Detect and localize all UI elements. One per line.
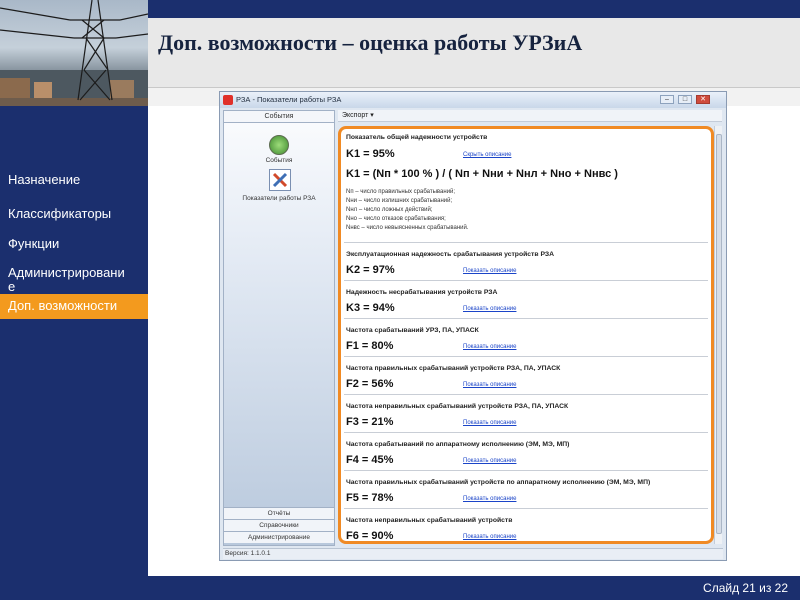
indicator-value: F3 = 21% [346, 416, 394, 428]
indicator-block: Частота правильных срабатываний устройст… [344, 357, 708, 395]
indicator-title: Показатель общей надежности устройств [346, 134, 488, 141]
indicator-block: Частота неправильных срабатываний устрой… [344, 509, 708, 542]
power-tower-image [0, 0, 148, 106]
show-description-link[interactable]: Показать описание [463, 420, 516, 426]
sidebar-item-rza-indicators[interactable]: Показатели работы РЗА [224, 195, 334, 202]
nav-item-classifiers[interactable]: Классификаторы [8, 206, 111, 221]
indicator-title: Частота правильных срабатываний устройст… [346, 365, 561, 372]
indicator-title: Частота неправильных срабатываний устрой… [346, 517, 513, 524]
show-description-link[interactable]: Показать описание [463, 306, 516, 312]
bottom-bar: Слайд 21 из 22 [0, 576, 800, 600]
indicator-value: K3 = 94% [346, 302, 395, 314]
indicator-formula: K1 = (Nп * 100 % ) / ( Nп + Nни + Nнл + … [346, 168, 618, 180]
app-window: РЗА - Показатели работы РЗА – □ ✕ Событи… [219, 91, 727, 561]
hide-description-link[interactable]: Скрыть описание [463, 152, 511, 158]
nav-item-administration[interactable]: Администрировани е [8, 266, 125, 294]
show-description-link[interactable]: Показать описание [463, 534, 516, 540]
nav-item-extra-features[interactable]: Доп. возможности [0, 294, 148, 319]
indicator-value: F4 = 45% [346, 454, 394, 466]
app-status-bar: Версия: 1.1.0.1 [223, 548, 723, 559]
version-label: Версия: 1.1.0.1 [225, 550, 271, 557]
show-description-link[interactable]: Показать описание [463, 496, 516, 502]
app-toolbar: Экспорт ▾ [338, 110, 722, 122]
show-description-link[interactable]: Показать описание [463, 458, 516, 464]
tools-icon[interactable] [269, 169, 291, 191]
legend-line: Nно – число отказов срабатывания; [346, 216, 446, 222]
app-logo-icon [223, 95, 233, 105]
sidebar-tab-references[interactable]: Справочники [224, 519, 334, 531]
show-description-link[interactable]: Показать описание [463, 382, 516, 388]
indicator-title: Эксплуатационная надежность срабатывания… [346, 251, 555, 258]
tools-icon-glyph [272, 172, 288, 188]
indicator-value: K1 = 95% [346, 148, 395, 160]
nav-item-functions[interactable]: Функции [8, 236, 59, 251]
slide-title: Доп. возможности – оценка работы УРЗиА [158, 30, 583, 55]
app-title: РЗА - Показатели работы РЗА [236, 95, 342, 104]
close-button[interactable]: ✕ [696, 95, 710, 104]
show-description-link[interactable]: Показать описание [463, 344, 516, 350]
legend-line: Nни – число излишних срабатываний; [346, 198, 453, 204]
legend-line: Nп – число правильных срабатываний; [346, 189, 456, 195]
indicator-block: Показатель общей надежности устройств K1… [344, 131, 708, 243]
indicator-value: K2 = 97% [346, 264, 395, 276]
app-sidebar: События События Показатели работы РЗА От… [223, 110, 335, 546]
vertical-scrollbar[interactable] [714, 126, 722, 544]
left-navigation: Назначение Классификаторы Функции Админи… [0, 106, 148, 576]
indicator-block: Частота правильных срабатываний устройст… [344, 471, 708, 509]
app-titlebar: РЗА - Показатели работы РЗА – □ ✕ [220, 92, 726, 108]
legend-line: Nнвс – число невыясненных срабатываний. [346, 225, 469, 231]
scrollbar-thumb[interactable] [716, 134, 722, 534]
sidebar-tab-reports[interactable]: Отчёты [224, 507, 334, 519]
indicators-panel: Показатель общей надежности устройств K1… [338, 126, 714, 544]
sidebar-tab-events[interactable]: События [224, 111, 334, 123]
minimize-button[interactable]: – [660, 95, 674, 104]
legend-line: Nнл – число ложных действий; [346, 207, 433, 213]
show-description-link[interactable]: Показать описание [463, 268, 516, 274]
events-icon[interactable] [269, 135, 289, 155]
export-button[interactable]: Экспорт ▾ [342, 111, 374, 119]
indicator-title: Частота срабатываний по аппаратному испо… [346, 441, 570, 448]
indicator-block: Частота срабатываний по аппаратному испо… [344, 433, 708, 471]
indicator-block: Надежность несрабатывания устройств РЗА … [344, 281, 708, 319]
indicator-title: Частота срабатываний УРЗ, ПА, УПАСК [346, 327, 479, 334]
sidebar-item-events[interactable]: События [224, 157, 334, 164]
indicator-value: F2 = 56% [346, 378, 394, 390]
indicator-title: Частота правильных срабатываний устройст… [346, 479, 651, 486]
nav-item-purpose[interactable]: Назначение [8, 172, 80, 187]
indicator-block: Частота неправильных срабатываний устрой… [344, 395, 708, 433]
indicator-value: F5 = 78% [346, 492, 394, 504]
indicator-block: Частота срабатываний УРЗ, ПА, УПАСК F1 =… [344, 319, 708, 357]
sidebar-tab-administration[interactable]: Администрирование [224, 531, 334, 543]
slide-number: Слайд 21 из 22 [703, 581, 788, 595]
indicator-value: F6 = 90% [346, 530, 394, 542]
indicator-title: Надежность несрабатывания устройств РЗА [346, 289, 498, 296]
indicator-block: Эксплуатационная надежность срабатывания… [344, 243, 708, 281]
header-photo [0, 0, 148, 106]
maximize-button[interactable]: □ [678, 95, 692, 104]
indicator-title: Частота неправильных срабатываний устрой… [346, 403, 569, 410]
title-band: Доп. возможности – оценка работы УРЗиА [148, 18, 800, 88]
indicator-value: F1 = 80% [346, 340, 394, 352]
